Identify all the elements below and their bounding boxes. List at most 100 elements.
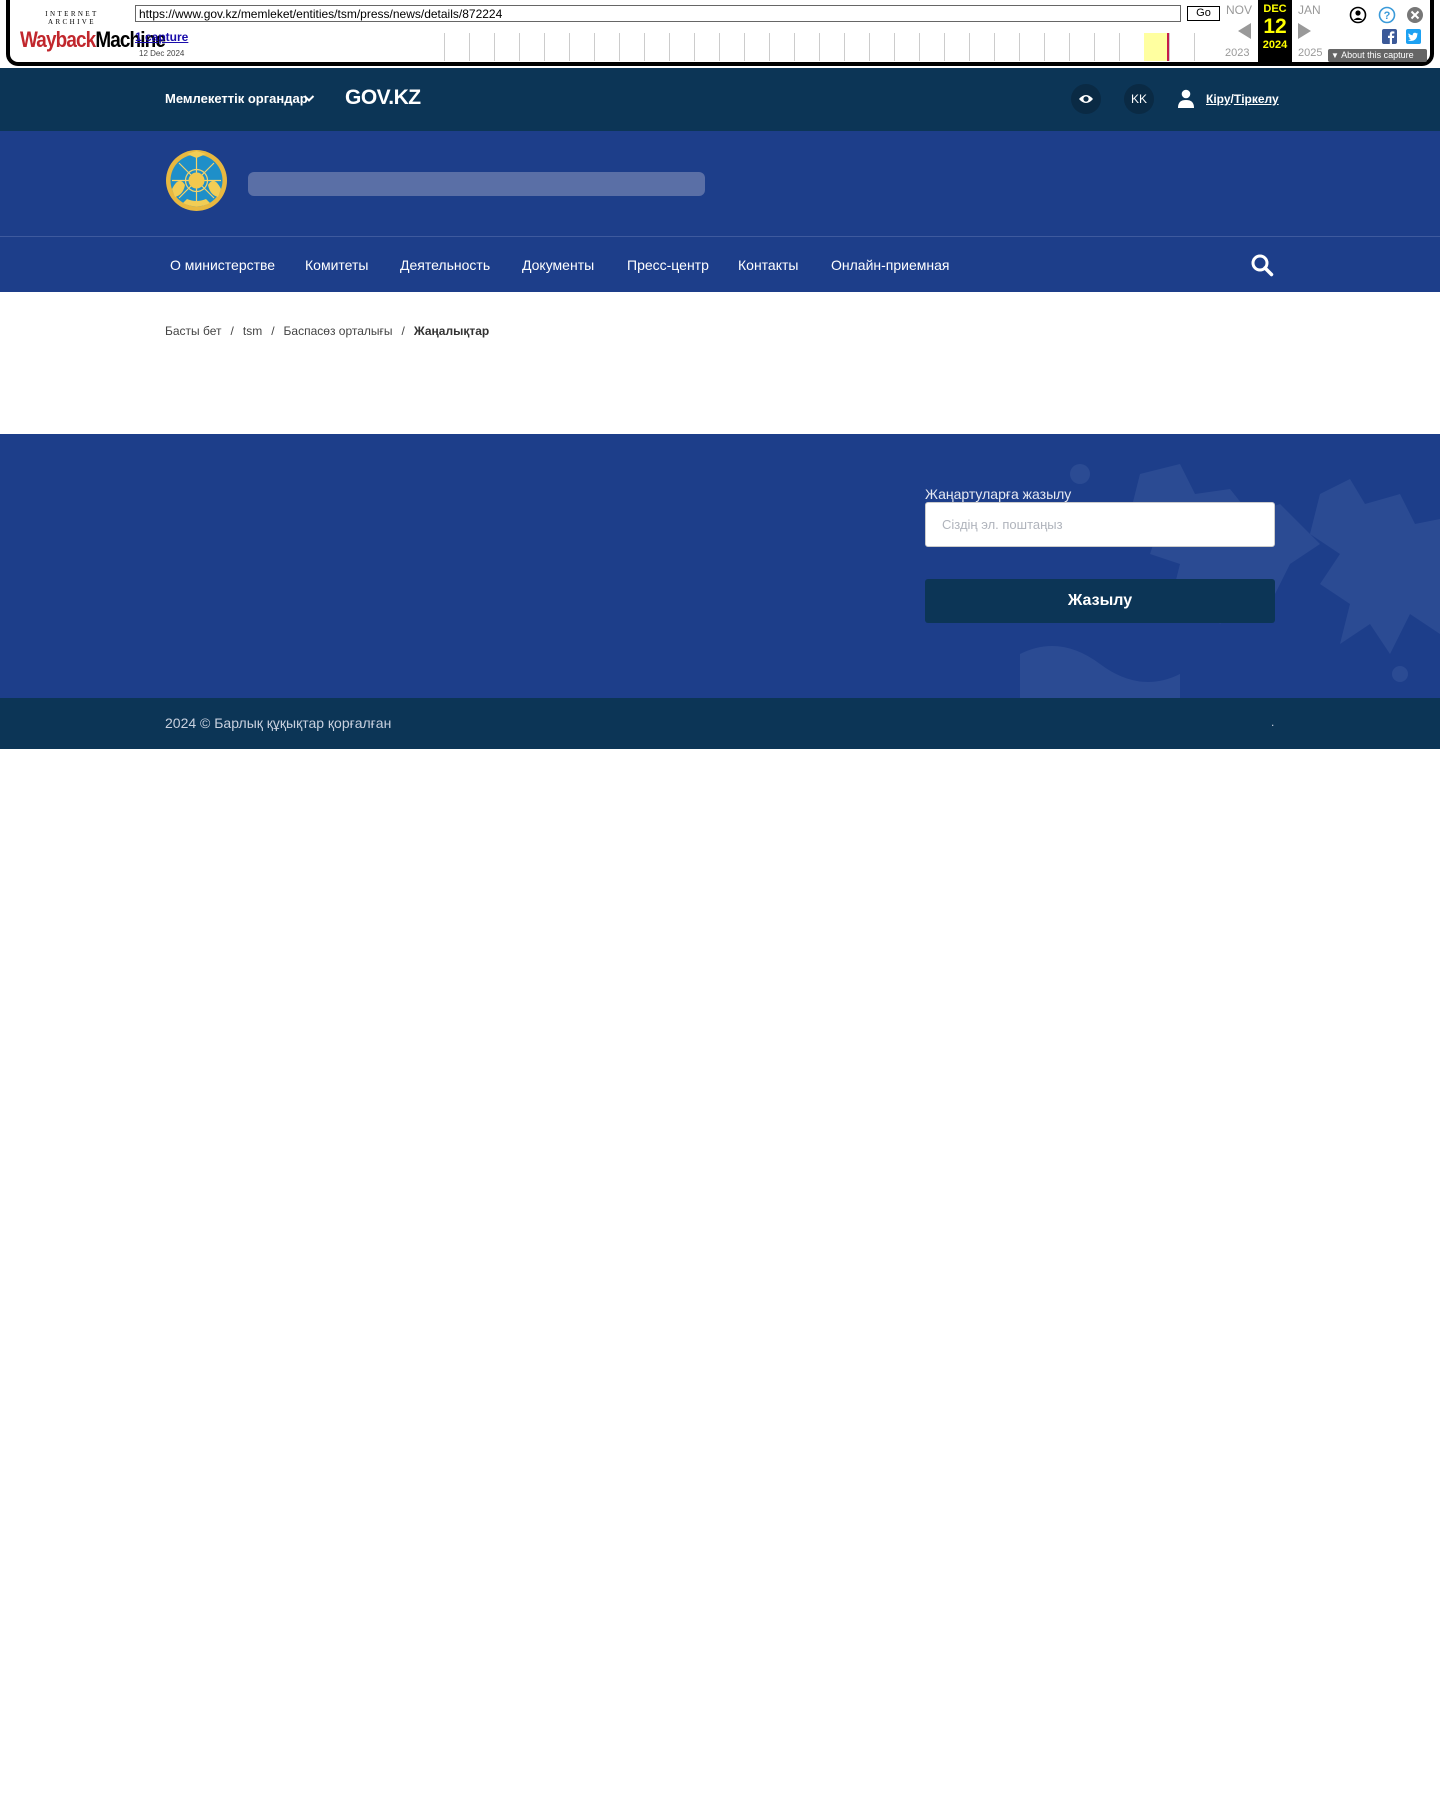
main-navigation: О министерстве Комитеты Деятельность Док… — [0, 236, 1440, 292]
wayback-captures-link[interactable]: 1 capture — [135, 30, 188, 44]
wayback-about-capture[interactable]: ▼ About this capture — [1328, 49, 1427, 62]
sparkline-tick — [744, 33, 745, 61]
svg-text:?: ? — [1384, 10, 1391, 22]
govkz-logo[interactable]: GOV.KZ — [345, 86, 421, 110]
sparkline-tick — [719, 33, 720, 61]
sparkline-tick — [794, 33, 795, 61]
sparkline-tick — [544, 33, 545, 61]
nav-item-activity[interactable]: Деятельность — [400, 257, 490, 273]
sparkline-tick — [444, 33, 445, 61]
breadcrumb: Басты бет / tsm / Баспасөз орталығы / Жаңалықт… — [165, 324, 489, 338]
wayback-cur-year: 2024 — [1262, 39, 1288, 51]
chevron-down-icon[interactable] — [303, 90, 315, 106]
footer-bottom: 2024 © Барлық құқықтар қорғалған . — [0, 698, 1440, 749]
wayback-logo-text: WaybackMachine — [20, 27, 166, 53]
ministry-title-placeholder — [248, 172, 705, 196]
accessibility-button[interactable] — [1071, 84, 1101, 114]
nav-item-about-ministry[interactable]: О министерстве — [170, 257, 275, 273]
wayback-prev-year[interactable]: 2023 — [1225, 47, 1249, 59]
wayback-toolbar: INTERNET ARCHIVE WaybackMachine Go 1 cap… — [0, 0, 1440, 68]
nav-item-documents[interactable]: Документы — [522, 257, 594, 273]
close-icon[interactable] — [1406, 6, 1424, 24]
copyright-text: 2024 © Барлық құқықтар қорғалған — [165, 715, 392, 731]
sparkline-tick — [594, 33, 595, 61]
top-header: Мемлекеттік органдар GOV.KZ KK Кіру/Тірк… — [0, 68, 1440, 131]
account-icon[interactable] — [1349, 6, 1367, 24]
sparkline-tick — [1069, 33, 1070, 61]
sparkline-capture-marker[interactable] — [1167, 33, 1169, 61]
user-icon[interactable] — [1177, 89, 1195, 109]
sparkline-tick — [769, 33, 770, 61]
help-icon[interactable]: ? — [1378, 6, 1396, 24]
subscribe-email-input[interactable] — [925, 502, 1275, 547]
sparkline-tick — [1094, 33, 1095, 61]
breadcrumb-separator: / — [401, 324, 405, 338]
wayback-next-year[interactable]: 2025 — [1298, 47, 1322, 59]
wayback-prev-month[interactable]: NOV — [1226, 3, 1252, 17]
state-emblem-icon[interactable] — [165, 149, 228, 212]
sparkline-tick — [1044, 33, 1045, 61]
eye-icon — [1079, 95, 1093, 103]
wayback-logo-top: INTERNET ARCHIVE — [45, 10, 99, 26]
sparkline-tick — [869, 33, 870, 61]
facebook-icon[interactable] — [1382, 29, 1397, 44]
sparkline-tick — [919, 33, 920, 61]
ministry-banner — [0, 131, 1440, 236]
sparkline-tick — [644, 33, 645, 61]
footer-subscribe-section: Жаңартуларға жазылу Жазылу — [0, 434, 1440, 698]
wayback-about-label: About this capture — [1341, 50, 1414, 60]
wayback-cur-day: 12 — [1263, 15, 1287, 38]
nav-item-press-center[interactable]: Пресс-центр — [627, 257, 709, 273]
sparkline-tick — [519, 33, 520, 61]
breadcrumb-separator: / — [230, 324, 234, 338]
breadcrumb-tsm[interactable]: tsm — [243, 324, 262, 338]
nav-item-committees[interactable]: Комитеты — [305, 257, 368, 273]
gov-agencies-menu[interactable]: Мемлекеттік органдар — [165, 91, 308, 106]
sparkline-tick — [569, 33, 570, 61]
sparkline-tick — [1119, 33, 1120, 61]
wayback-capture-date: 12 Dec 2024 — [139, 49, 185, 58]
wayback-url-input[interactable] — [135, 5, 1181, 22]
ornament-pattern-icon — [1020, 464, 1440, 698]
sparkline-tick — [819, 33, 820, 61]
auth-links: Кіру/Тіркелу — [1206, 92, 1279, 106]
sparkline-tick — [944, 33, 945, 61]
nav-item-online-reception[interactable]: Онлайн-приемная — [831, 257, 950, 273]
language-button[interactable]: KK — [1124, 84, 1154, 114]
wayback-next-arrow-icon[interactable] — [1298, 23, 1311, 39]
sparkline-tick — [844, 33, 845, 61]
subscribe-label: Жаңартуларға жазылу — [925, 486, 1072, 502]
nav-item-contacts[interactable]: Контакты — [738, 257, 798, 273]
sparkline-tick — [494, 33, 495, 61]
sparkline-tick — [1169, 33, 1170, 61]
breadcrumb-separator: / — [271, 324, 275, 338]
register-link[interactable]: Тіркелу — [1234, 92, 1279, 106]
sparkline-current-month — [1144, 33, 1168, 61]
breadcrumb-current: Жаңалықтар — [413, 324, 490, 338]
sparkline-tick — [669, 33, 670, 61]
wayback-current-date: DEC 12 2024 — [1258, 0, 1292, 62]
breadcrumb-home[interactable]: Басты бет — [165, 324, 222, 338]
sparkline-tick — [694, 33, 695, 61]
wayback-next-month[interactable]: JAN — [1298, 3, 1321, 17]
search-icon[interactable] — [1250, 253, 1274, 277]
sparkline-tick — [1194, 33, 1195, 61]
sparkline-tick — [894, 33, 895, 61]
sparkline-tick — [1019, 33, 1020, 61]
twitter-icon[interactable] — [1406, 29, 1421, 44]
sparkline-tick — [994, 33, 995, 61]
sparkline-tick — [469, 33, 470, 61]
wayback-prev-arrow-icon[interactable] — [1238, 23, 1251, 39]
sparkline-tick — [619, 33, 620, 61]
wayback-logo[interactable]: INTERNET ARCHIVE WaybackMachine — [20, 10, 166, 53]
wayback-cur-month: DEC — [1263, 3, 1287, 15]
wayback-logo-way: Wayback — [20, 27, 96, 52]
wayback-go-button[interactable]: Go — [1187, 6, 1220, 21]
wayback-sparkline[interactable] — [444, 33, 1220, 61]
breadcrumb-press-center[interactable]: Баспасөз орталығы — [284, 324, 393, 338]
login-link[interactable]: Кіру — [1206, 92, 1231, 106]
caret-down-icon: ▼ — [1331, 51, 1342, 60]
subscribe-button[interactable]: Жазылу — [925, 579, 1275, 623]
sparkline-tick — [969, 33, 970, 61]
footer-dot: . — [1271, 715, 1275, 729]
